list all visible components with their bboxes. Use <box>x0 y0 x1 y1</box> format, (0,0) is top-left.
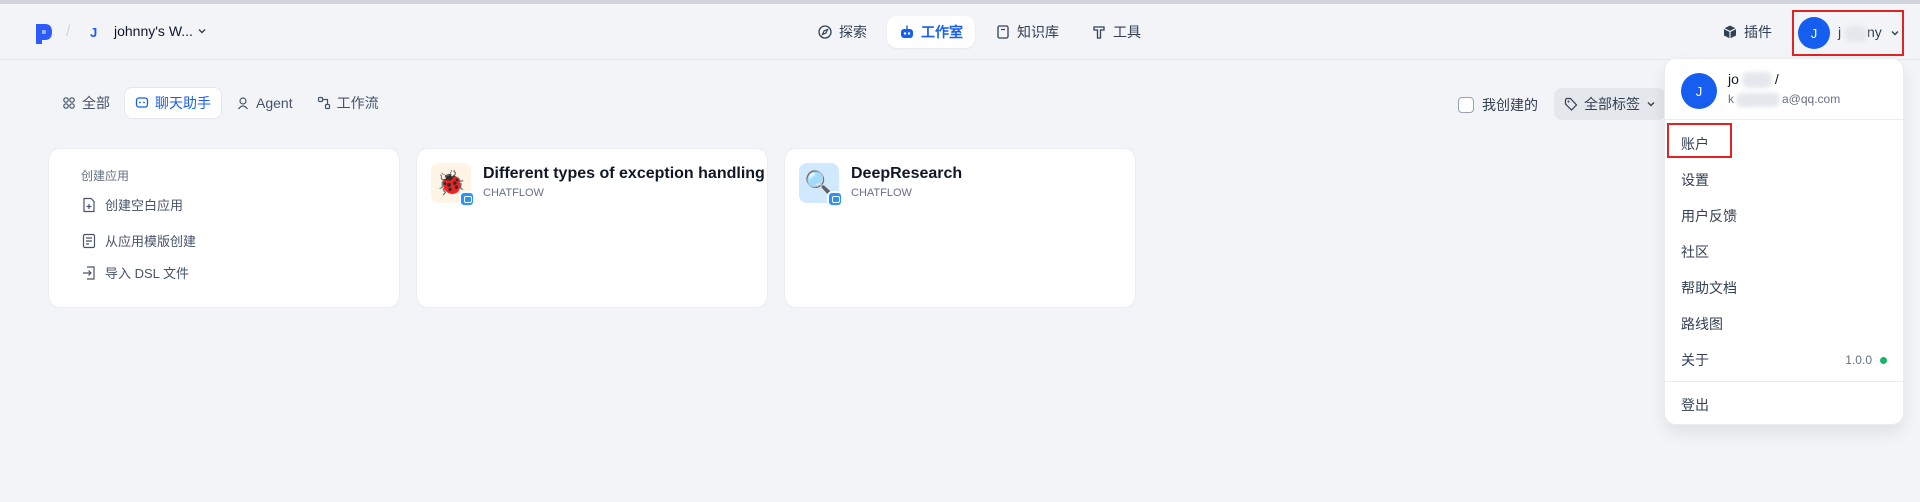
nav-knowledge-label: 知识库 <box>1017 24 1059 40</box>
magnifier-icon: 🔍 <box>799 163 843 207</box>
avatar: J <box>1798 17 1830 49</box>
tab-workflow[interactable]: 工作流 <box>307 87 389 119</box>
nav-explore[interactable]: 探索 <box>805 16 879 48</box>
create-app-title: 创建应用 <box>81 169 130 183</box>
chat-badge-icon <box>827 191 843 207</box>
import-dsl-button[interactable]: 导入 DSL 文件 <box>81 263 189 282</box>
menu-item-account[interactable]: 账户 <box>1681 134 1709 154</box>
nav-tools[interactable]: 工具 <box>1079 16 1153 48</box>
menu-item-settings[interactable]: 设置 <box>1681 170 1709 190</box>
tab-all[interactable]: 全部 <box>52 87 120 119</box>
create-from-template-label: 从应用模版创建 <box>105 234 197 249</box>
chat-icon <box>135 97 149 108</box>
dropdown-user-name: jo / <box>1728 71 1779 89</box>
user-menu-button[interactable]: J j ny <box>1792 10 1904 56</box>
created-by-me-checkbox[interactable] <box>1458 97 1474 113</box>
version-label: 1.0.0 <box>1845 353 1872 367</box>
tags-filter-button[interactable]: 全部标签 <box>1554 88 1666 120</box>
agent-icon <box>238 97 248 110</box>
status-dot-icon <box>1880 356 1887 364</box>
app-type: CHATFLOW <box>851 187 912 199</box>
dropdown-user-email: k a@qq.com <box>1728 92 1841 107</box>
nav-studio-label: 工作室 <box>921 24 963 40</box>
logo-icon[interactable] <box>34 22 54 46</box>
tab-agent-label: Agent <box>256 95 293 111</box>
nav-studio[interactable]: 工作室 <box>887 16 975 48</box>
dropdown-divider <box>1665 119 1905 120</box>
create-app-card: 创建应用 创建空白应用 从应用模版创建 导入 DSL 文件 <box>48 148 400 308</box>
created-by-me-label: 我创建的 <box>1482 97 1538 113</box>
app-name: DeepResearch <box>851 165 963 182</box>
create-blank-app-label: 创建空白应用 <box>105 198 184 213</box>
dropdown-divider <box>1665 381 1905 382</box>
import-icon <box>83 265 95 280</box>
app-card[interactable]: 🐞 Different types of exception handling … <box>416 148 768 308</box>
workflow-icon <box>317 96 330 110</box>
hammer-icon <box>1093 26 1105 39</box>
tag-icon <box>1564 97 1578 111</box>
app-card[interactable]: 🔍 DeepResearch CHATFLOW <box>784 148 1136 308</box>
user-name: j ny <box>1838 24 1882 42</box>
version-badge: 1.0.0 <box>1845 353 1887 367</box>
chevron-down-icon <box>1647 102 1655 107</box>
chevron-down-icon <box>198 29 206 34</box>
tab-chat-assistant[interactable]: 聊天助手 <box>124 87 222 119</box>
header: / J johnny's W... 探索 工作室 知识库 工具 插件 J j n… <box>0 4 1920 60</box>
tab-all-label: 全部 <box>82 95 110 111</box>
breadcrumb-separator: / <box>66 23 71 40</box>
app-type: CHATFLOW <box>483 187 544 199</box>
app-name: Different types of exception handling <box>483 165 765 182</box>
workspace-switcher[interactable]: johnny's W... <box>114 23 207 39</box>
tab-chat-assistant-label: 聊天助手 <box>155 95 211 111</box>
nav-tools-label: 工具 <box>1113 24 1141 40</box>
plugins-label: 插件 <box>1744 24 1772 40</box>
create-blank-app-button[interactable]: 创建空白应用 <box>81 195 183 214</box>
template-icon <box>82 233 96 248</box>
created-by-me-filter[interactable]: 我创建的 <box>1458 95 1538 115</box>
plugins-button[interactable]: 插件 <box>1722 22 1772 42</box>
tab-agent[interactable]: Agent <box>226 87 303 119</box>
menu-item-community[interactable]: 社区 <box>1681 242 1709 262</box>
grid-icon <box>63 97 75 109</box>
nav-knowledge[interactable]: 知识库 <box>983 16 1071 48</box>
chevron-down-icon <box>1891 31 1899 36</box>
app-type-tabs: 全部 聊天助手 Agent 工作流 <box>52 87 389 119</box>
compass-icon <box>818 25 832 39</box>
workspace-icon: J <box>90 25 98 40</box>
dropdown-avatar: J <box>1681 73 1717 109</box>
tab-workflow-label: 工作流 <box>336 95 379 111</box>
nav-explore-label: 探索 <box>839 24 867 40</box>
menu-item-feedback[interactable]: 用户反馈 <box>1681 206 1737 226</box>
chat-badge-icon <box>459 191 475 207</box>
bug-icon: 🐞 <box>431 163 475 207</box>
main-nav: 探索 工作室 知识库 工具 <box>805 16 1153 48</box>
menu-item-about[interactable]: 关于 <box>1681 350 1709 370</box>
menu-item-logout[interactable]: 登出 <box>1681 395 1709 415</box>
create-from-template-button[interactable]: 从应用模版创建 <box>81 231 196 250</box>
robot-icon <box>901 25 913 38</box>
file-plus-icon <box>83 197 95 212</box>
menu-item-docs[interactable]: 帮助文档 <box>1681 278 1737 298</box>
user-dropdown-menu: J jo / k a@qq.com 账户 设置 用户反馈 社区 帮助文档 路线图 关… <box>1664 58 1905 425</box>
tags-filter-label: 全部标签 <box>1584 96 1640 112</box>
cube-icon <box>1723 25 1737 39</box>
header-divider <box>0 59 1920 60</box>
menu-item-roadmap[interactable]: 路线图 <box>1681 314 1723 334</box>
import-dsl-label: 导入 DSL 文件 <box>105 266 190 281</box>
book-icon <box>997 25 1009 39</box>
workspace-name: johnny's W... <box>114 23 193 39</box>
